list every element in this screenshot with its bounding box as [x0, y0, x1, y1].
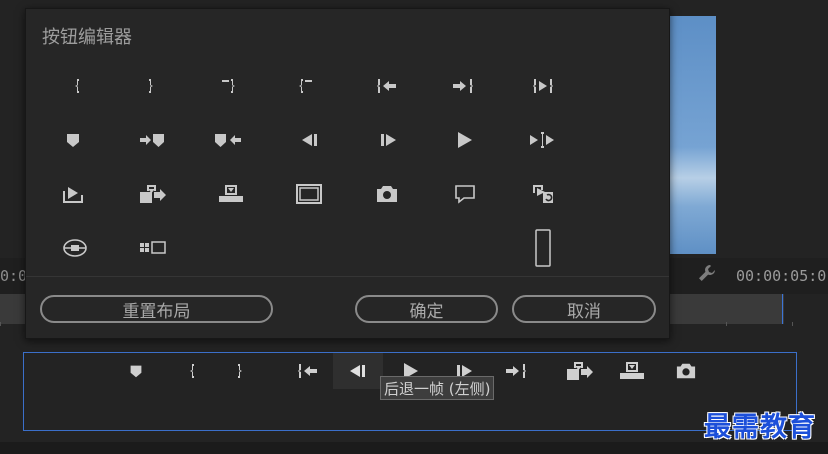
multi-camera-icon [140, 241, 166, 254]
ok-button[interactable]: 确定 [355, 295, 498, 323]
spacer-icon [535, 229, 551, 267]
button-editor-dialog: 按钮编辑器 重置布局 确定 取消 [25, 8, 670, 339]
lift-icon [63, 187, 83, 203]
export-frame-icon [377, 186, 397, 202]
play-in-to-out-icon [533, 79, 553, 93]
step-forward-button[interactable] [364, 120, 412, 160]
add-marker-icon [67, 134, 79, 147]
go-to-previous-marker-icon [215, 134, 241, 147]
go-to-in-icon [377, 79, 396, 93]
go-to-next-marker-icon [140, 134, 164, 147]
overwrite-icon [219, 185, 243, 202]
reset-layout-button[interactable]: 重置布局 [40, 295, 273, 323]
export-frame-button[interactable] [363, 174, 411, 214]
duration-timecode: 00:00:05:0 [736, 267, 827, 285]
go-to-in-button[interactable] [363, 66, 411, 106]
mark-clip-out-icon [299, 79, 312, 93]
transport-go-to-in-button[interactable] [291, 353, 325, 389]
step-back-icon [350, 365, 365, 377]
overwrite-button[interactable] [207, 174, 255, 214]
mark-clip-in-button[interactable] [205, 66, 253, 106]
transport-add-marker-button[interactable] [119, 353, 153, 389]
play-stop-button[interactable] [440, 120, 488, 160]
mark-out-button[interactable] [127, 66, 175, 106]
mark-in-icon [190, 364, 194, 378]
mark-in-icon [75, 79, 79, 93]
comment-button[interactable] [441, 174, 489, 214]
mark-out-icon [149, 79, 153, 93]
add-marker-button[interactable] [49, 120, 97, 160]
mark-out-icon [238, 364, 242, 378]
go-to-out-icon [506, 364, 526, 378]
playhead-line[interactable] [782, 294, 783, 324]
go-to-out-icon [453, 79, 473, 93]
vr-video-button[interactable] [51, 228, 99, 268]
playhead-timecode[interactable]: 0:0 [0, 267, 27, 285]
settings-wrench-icon[interactable] [696, 262, 718, 284]
step-back-tooltip: 后退一帧 (左侧) [380, 376, 495, 400]
safe-margins-icon [296, 184, 322, 204]
transport-go-to-out-button[interactable] [499, 353, 533, 389]
insert-button[interactable] [129, 174, 177, 214]
transport-insert-button[interactable] [563, 353, 597, 389]
play-around-button[interactable] [518, 120, 566, 160]
mark-clip-out-button[interactable] [281, 66, 329, 106]
loop-icon [533, 185, 553, 203]
play-around-icon [530, 132, 554, 148]
export-frame-icon [676, 363, 696, 379]
transport-overwrite-button[interactable] [615, 353, 649, 389]
cancel-button[interactable]: 取消 [512, 295, 656, 323]
spacer-button[interactable] [519, 228, 567, 268]
multi-camera-button[interactable] [129, 228, 177, 268]
dialog-divider [26, 276, 669, 277]
go-to-previous-marker-button[interactable] [204, 120, 252, 160]
safe-margins-button[interactable] [285, 174, 333, 214]
go-to-next-marker-button[interactable] [129, 120, 177, 160]
go-to-out-button[interactable] [439, 66, 487, 106]
add-marker-icon [130, 365, 142, 378]
transport-mark-out-button[interactable] [223, 353, 257, 389]
step-back-button[interactable] [286, 120, 334, 160]
mark-in-button[interactable] [53, 66, 101, 106]
lift-button[interactable] [49, 174, 97, 214]
comment-icon [455, 185, 475, 204]
watermark-logo-text: 最需教育 [704, 412, 816, 443]
transport-step-back-button[interactable] [341, 353, 375, 389]
insert-icon [567, 362, 593, 380]
vr-video-icon [63, 239, 87, 257]
overwrite-icon [620, 362, 644, 379]
insert-icon [140, 185, 166, 203]
play-stop-icon [458, 132, 472, 148]
step-forward-icon [381, 134, 396, 146]
step-back-icon [302, 134, 317, 146]
transport-export-frame-button[interactable] [669, 353, 703, 389]
play-in-to-out-button[interactable] [519, 66, 567, 106]
loop-button[interactable] [519, 174, 567, 214]
transport-mark-in-button[interactable] [175, 353, 209, 389]
dialog-title: 按钮编辑器 [42, 27, 132, 48]
mark-clip-in-icon [222, 79, 235, 93]
go-to-in-icon [298, 364, 317, 378]
program-monitor-preview [669, 16, 716, 254]
